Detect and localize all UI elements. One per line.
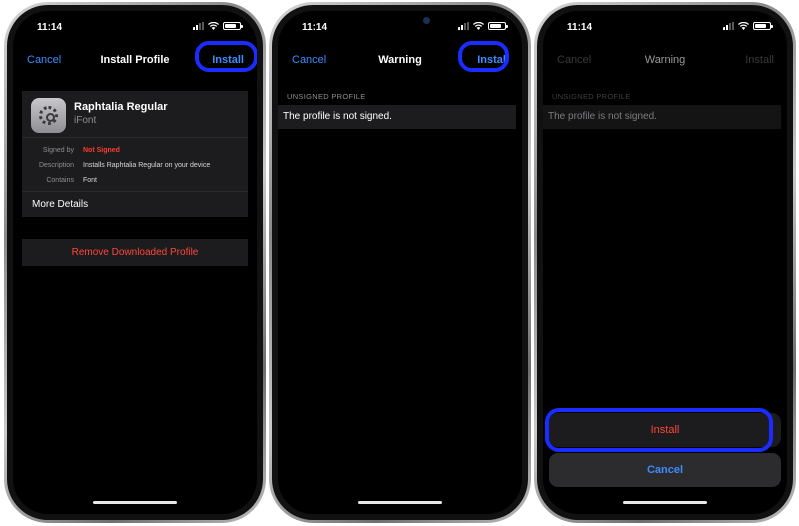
detail-value: Font bbox=[83, 177, 98, 184]
remove-downloaded-profile-button[interactable]: Remove Downloaded Profile bbox=[22, 239, 248, 266]
screen: 11:14 Cancel Install Profile Install Rap… bbox=[13, 11, 257, 514]
warning-message: The profile is not signed. bbox=[543, 105, 781, 129]
screen: 11:14 Cancel Warning Install UNSIGNED PR… bbox=[543, 11, 787, 514]
install-highlight-ring bbox=[545, 408, 773, 452]
wifi-icon bbox=[473, 22, 484, 30]
phone-install-confirmation: 11:14 Cancel Warning Install UNSIGNED PR… bbox=[534, 2, 796, 523]
battery-icon bbox=[753, 22, 773, 30]
wifi-icon bbox=[208, 22, 219, 30]
phone-install-profile: 11:14 Cancel Install Profile Install Rap… bbox=[4, 2, 266, 523]
section-label: UNSIGNED PROFILE bbox=[552, 92, 631, 101]
detail-value: Installs Raphtalia Regular on your devic… bbox=[83, 162, 211, 169]
notch bbox=[602, 11, 728, 31]
profile-name: Raphtalia Regular bbox=[74, 101, 168, 113]
install-highlight-ring bbox=[195, 41, 257, 72]
detail-key: Description bbox=[38, 162, 74, 169]
section-label: UNSIGNED PROFILE bbox=[287, 92, 366, 101]
detail-value: Not Signed bbox=[83, 147, 120, 154]
install-button: Install bbox=[745, 54, 774, 66]
status-time: 11:14 bbox=[567, 22, 593, 33]
profile-source: iFont bbox=[74, 115, 97, 126]
camera-icon bbox=[423, 17, 430, 24]
detail-key: Contains bbox=[46, 177, 74, 184]
detail-row-description: Description Installs Raphtalia Regular o… bbox=[22, 158, 248, 173]
profile-header: Raphtalia Regular iFont bbox=[22, 91, 248, 138]
warning-message: The profile is not signed. bbox=[278, 105, 516, 129]
status-time: 11:14 bbox=[302, 22, 328, 33]
settings-gear-icon bbox=[31, 98, 66, 133]
more-details-row[interactable]: More Details › bbox=[22, 192, 248, 217]
install-highlight-ring bbox=[458, 41, 509, 72]
home-indicator bbox=[93, 501, 177, 504]
home-indicator bbox=[358, 501, 442, 504]
status-time: 11:14 bbox=[37, 22, 63, 33]
chevron-right-icon: › bbox=[32, 199, 36, 210]
phone-warning: 11:14 Cancel Warning Install UNSIGNED PR… bbox=[269, 2, 531, 523]
detail-key: Signed by bbox=[42, 147, 74, 154]
phone-bezel: 11:14 Cancel Warning Install UNSIGNED PR… bbox=[537, 5, 793, 520]
phone-bezel: 11:14 Cancel Warning Install UNSIGNED PR… bbox=[272, 5, 528, 520]
status-icons bbox=[458, 22, 508, 30]
notch bbox=[72, 11, 198, 31]
home-indicator bbox=[623, 501, 707, 504]
battery-icon bbox=[223, 22, 243, 30]
profile-details: Signed by Not Signed Description Install… bbox=[22, 138, 248, 192]
status-icons bbox=[193, 22, 243, 30]
notch bbox=[337, 11, 463, 31]
wifi-icon bbox=[738, 22, 749, 30]
battery-icon bbox=[488, 22, 508, 30]
detail-row-signed-by: Signed by Not Signed bbox=[22, 143, 248, 158]
screen: 11:14 Cancel Warning Install UNSIGNED PR… bbox=[278, 11, 522, 514]
navigation-bar: Cancel Warning Install bbox=[543, 49, 787, 71]
profile-card: Raphtalia Regular iFont Signed by Not Si… bbox=[22, 91, 248, 217]
detail-row-contains: Contains Font bbox=[22, 173, 248, 188]
sheet-cancel-button[interactable]: Cancel bbox=[549, 453, 781, 487]
phone-bezel: 11:14 Cancel Install Profile Install Rap… bbox=[7, 5, 263, 520]
status-icons bbox=[723, 22, 773, 30]
